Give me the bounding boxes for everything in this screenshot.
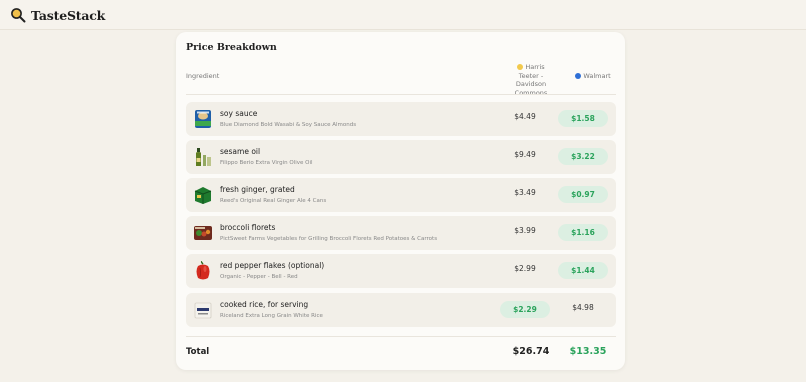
store2-price-best: $1.16 (558, 224, 608, 241)
total-divider (186, 336, 616, 337)
store2-total: $13.35 (569, 346, 607, 357)
store2-price-best: $1.58 (558, 110, 608, 127)
ingredient-name: cooked rice, for serving (220, 300, 309, 309)
store2-price: $4.98 (572, 303, 594, 312)
product-name: Riceland Extra Long Grain White Rice (220, 313, 323, 319)
column-header-store2: Walmart (570, 72, 616, 80)
product-name: Blue Diamond Bold Wasabi & Soy Sauce Alm… (220, 122, 357, 128)
store1-dot-icon (517, 63, 524, 70)
table-row[interactable]: cooked rice, for serving Riceland Extra … (186, 293, 616, 327)
store1-price: $4.49 (514, 112, 536, 121)
ingredient-name: red pepper flakes (optional) (220, 261, 325, 270)
oil-bottle-icon (196, 148, 211, 166)
app-logo[interactable]: TasteStack (10, 6, 105, 24)
table-row[interactable]: soy sauce Blue Diamond Bold Wasabi & Soy… (186, 102, 616, 136)
app-name: TasteStack (31, 7, 106, 23)
price-breakdown-card: Price Breakdown Ingredient Harris Teeter… (176, 32, 625, 370)
column-header-ingredient: Ingredient (186, 72, 220, 80)
magnifier-logo-icon (11, 8, 26, 23)
table-row[interactable]: fresh ginger, grated Reed's Original Rea… (186, 178, 616, 212)
top-bar: TasteStack (0, 0, 806, 30)
total-label: Total (186, 347, 210, 357)
store2-price-best: $1.44 (558, 262, 608, 279)
store2-price-best: $0.97 (558, 186, 608, 203)
ingredient-name: broccoli florets (220, 223, 276, 232)
column-header-store1: Harris Teeter - Davidson Commons (507, 63, 555, 97)
red-pepper-icon (196, 261, 210, 280)
table-row[interactable]: sesame oil Filippo Berio Extra Virgin Ol… (186, 140, 616, 174)
vegetable-bag-icon (194, 226, 212, 240)
store1-price: $3.99 (514, 226, 536, 235)
store2-dot-icon (575, 72, 582, 79)
ingredient-name: sesame oil (220, 147, 261, 156)
product-name: Organic - Pepper - Bell - Red (220, 274, 298, 280)
rice-bag-icon (194, 302, 212, 319)
store2-price-best: $3.22 (558, 148, 608, 165)
ingredient-name: fresh ginger, grated (220, 185, 295, 194)
header-divider (186, 94, 616, 95)
store1-price-best: $2.29 (500, 301, 550, 318)
table-row[interactable]: broccoli florets PictSweet Farms Vegetab… (186, 216, 616, 250)
store1-price: $3.49 (514, 188, 536, 197)
ingredient-name: soy sauce (220, 109, 258, 118)
store1-price: $9.49 (514, 150, 536, 159)
store1-total: $26.74 (512, 346, 550, 357)
almond-can-icon (195, 110, 211, 128)
product-name: PictSweet Farms Vegetables for Grilling … (220, 236, 438, 242)
table-row[interactable]: red pepper flakes (optional) Organic - P… (186, 254, 616, 288)
store2-name: Walmart (583, 72, 611, 80)
product-name: Filippo Berio Extra Virgin Olive Oil (220, 160, 313, 166)
store1-price: $2.99 (514, 264, 536, 273)
product-name: Reed's Original Real Ginger Ale 4 Cans (220, 198, 327, 204)
card-title: Price Breakdown (186, 42, 277, 53)
ginger-ale-pack-icon (194, 187, 212, 204)
